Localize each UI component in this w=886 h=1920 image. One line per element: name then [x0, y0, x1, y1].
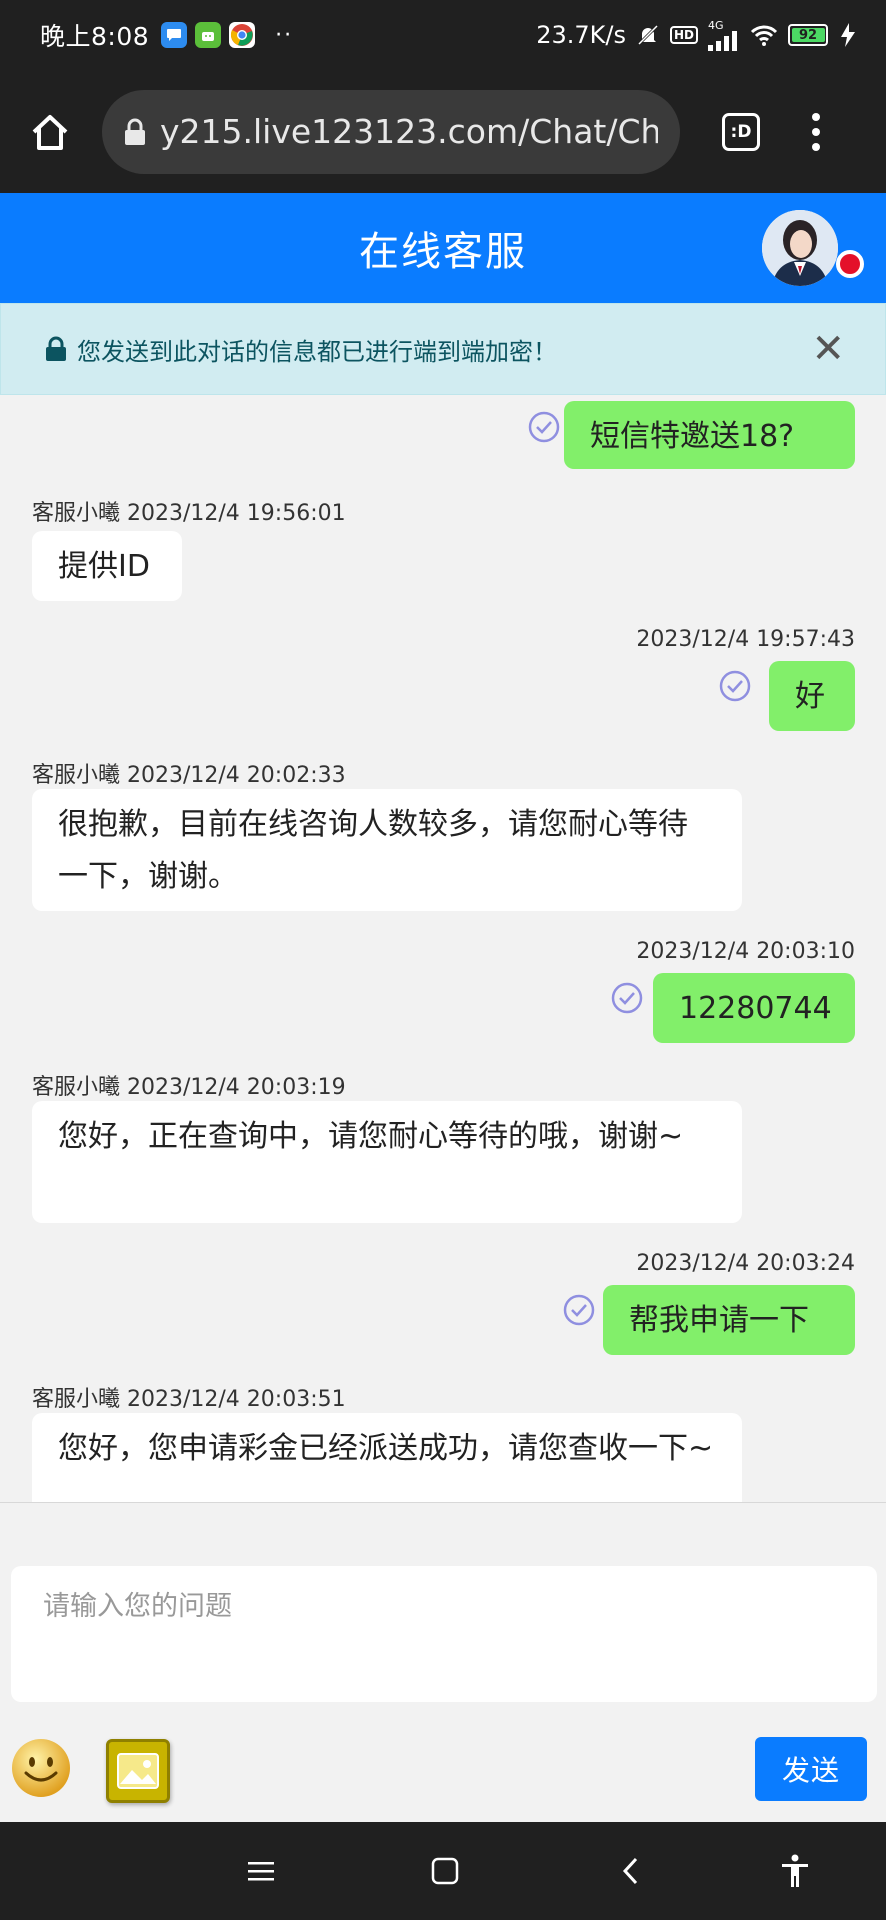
home-button[interactable] [20, 102, 80, 162]
page-title: 在线客服 [359, 229, 527, 275]
menu-dot [812, 127, 820, 136]
check-circle-icon [611, 982, 643, 1014]
recent-apps-button[interactable] [240, 1850, 282, 1892]
message-meta: 客服小曦 2023/12/4 20:02:33 [32, 763, 346, 788]
accessibility-button[interactable] [774, 1850, 816, 1892]
message-bubble[interactable]: 好 [769, 661, 855, 731]
chat-message-list[interactable]: 短信特邀送18? 客服小曦 2023/12/4 19:56:01 提供ID 20… [0, 395, 886, 1502]
message-meta: 客服小曦 2023/12/4 20:03:19 [32, 1075, 346, 1100]
image-upload-button[interactable] [106, 1739, 170, 1803]
back-nav-button[interactable] [610, 1850, 652, 1892]
image-icon [117, 1753, 159, 1789]
more-notifications: ·· [275, 22, 294, 48]
menu-dot [812, 112, 820, 121]
message-bubble[interactable]: 很抱歉，目前在线咨询人数较多，请您耐心等待一下，谢谢。 [32, 789, 742, 911]
chat-header: 在线客服 [0, 193, 886, 303]
online-status-dot [836, 250, 864, 278]
status-bar: 晚上8:08 ·· 23.7K/s HD 4G 92 [0, 0, 886, 70]
status-time: 晚上8:08 [40, 22, 150, 51]
system-nav-bar [0, 1822, 886, 1920]
message-bubble[interactable]: 帮我申请一下 [603, 1285, 855, 1355]
message-time: 2023/12/4 19:57:43 [636, 627, 855, 652]
tab-switcher-button[interactable]: :D [722, 112, 760, 151]
back-icon [622, 1857, 638, 1885]
notification-icons: ·· [161, 22, 293, 48]
menu-icon [248, 1862, 274, 1881]
net-speed: 23.7K/s [536, 21, 626, 49]
message-bubble[interactable]: 您好，您申请彩金已经派送成功，请您查收一下~ [32, 1413, 742, 1502]
message-bubble[interactable]: 短信特邀送18? [564, 401, 855, 469]
menu-dot [812, 142, 820, 151]
message-composer: 请输入您的问题 发送 [0, 1502, 886, 1822]
browser-toolbar: y215.live123123.com/Chat/Chat :D [0, 70, 886, 193]
home-icon [32, 114, 68, 150]
send-button[interactable]: 发送 [755, 1737, 867, 1801]
battery-icon: 92 [788, 24, 828, 46]
wifi-icon [750, 24, 778, 46]
home-nav-button[interactable] [424, 1850, 466, 1892]
address-bar[interactable]: y215.live123123.com/Chat/Chat [102, 89, 680, 174]
message-app-icon [161, 22, 188, 48]
check-circle-icon [563, 1294, 595, 1326]
lock-icon [45, 336, 67, 362]
encryption-notice: 您发送到此对话的信息都已进行端到端加密！ ✕ [0, 303, 886, 395]
message-bubble[interactable]: 您好，正在查询中，请您耐心等待的哦，谢谢~ [32, 1101, 742, 1223]
agent-avatar[interactable] [762, 210, 838, 286]
accessibility-icon [782, 1854, 808, 1887]
square-icon [431, 1857, 459, 1885]
network-type: 4G [708, 18, 724, 32]
mute-bell-icon [636, 23, 660, 47]
lock-icon [124, 118, 146, 146]
message-meta: 客服小曦 2023/12/4 20:03:51 [32, 1387, 346, 1412]
message-time: 2023/12/4 20:03:24 [636, 1251, 855, 1276]
check-circle-icon [528, 411, 560, 443]
charging-icon [838, 23, 858, 47]
message-time: 2023/12/4 20:03:10 [636, 939, 855, 964]
emoji-icon[interactable] [10, 1737, 72, 1799]
notice-text: 您发送到此对话的信息都已进行端到端加密！ [77, 337, 557, 366]
close-notice-button[interactable]: ✕ [811, 329, 845, 369]
message-input[interactable]: 请输入您的问题 [11, 1566, 877, 1702]
check-circle-icon [719, 670, 751, 702]
url-text: y215.live123123.com/Chat/Chat [160, 112, 658, 151]
browser-menu-button[interactable] [806, 112, 826, 151]
chrome-app-icon [229, 22, 256, 48]
signal-icon: 4G [708, 20, 740, 51]
message-bubble[interactable]: 12280744 [653, 973, 855, 1043]
battery-level: 92 [798, 27, 818, 43]
message-meta: 客服小曦 2023/12/4 19:56:01 [32, 501, 346, 526]
android-app-icon [195, 22, 222, 48]
hd-voice-icon: HD [669, 26, 698, 44]
message-bubble[interactable]: 提供ID [32, 531, 182, 601]
